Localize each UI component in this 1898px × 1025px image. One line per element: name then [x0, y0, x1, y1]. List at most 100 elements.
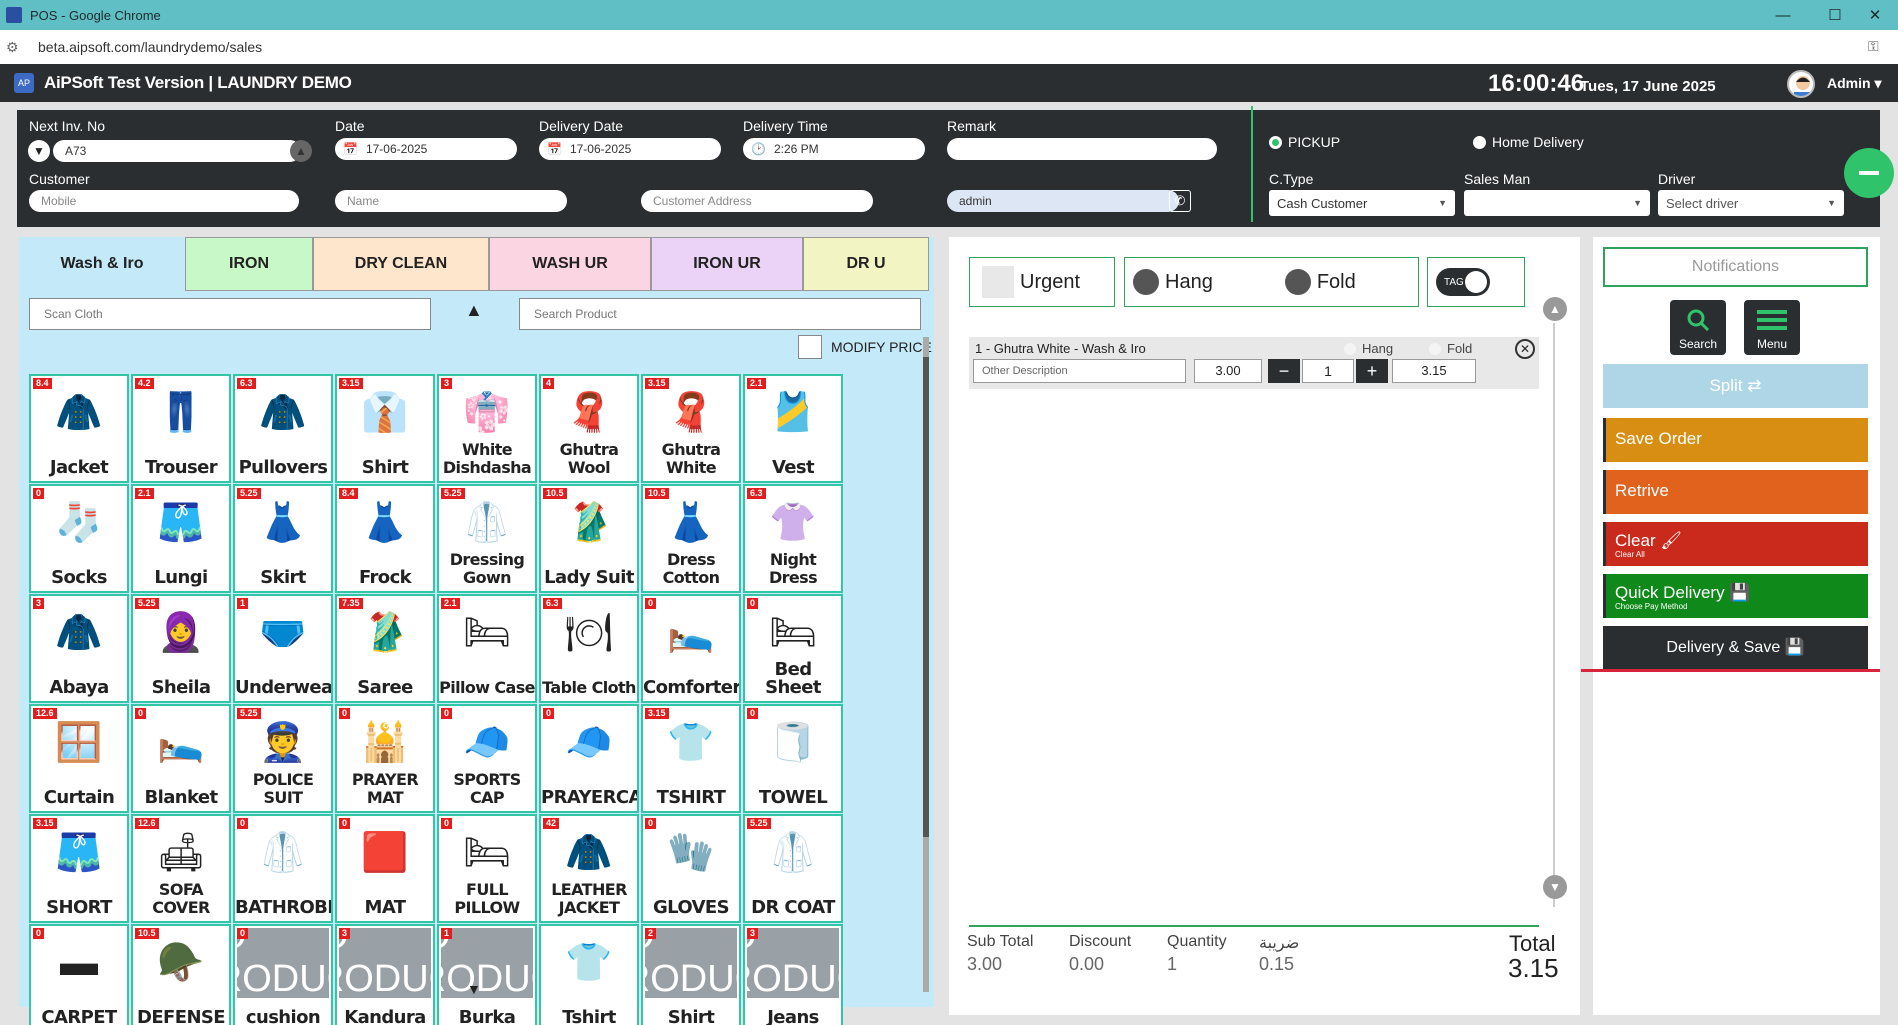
- product-tile[interactable]: 🍽 6.3 Table Cloth: [539, 594, 639, 703]
- product-tile[interactable]: 🧻 0 TOWEL: [743, 704, 843, 813]
- delivery-save-button[interactable]: Delivery & Save 💾: [1603, 626, 1868, 670]
- product-tile[interactable]: 👔 3.15 Shirt: [335, 374, 435, 483]
- pickup-label[interactable]: PICKUP: [1288, 134, 1340, 150]
- product-tile[interactable]: 👖 4.2 Trouser: [131, 374, 231, 483]
- product-tile[interactable]: 📦NO PRODUCT IMAGE1 Burka: [437, 924, 537, 1025]
- inv-number-field[interactable]: A73: [53, 140, 301, 162]
- menu-button[interactable]: Menu: [1744, 300, 1800, 355]
- product-tile[interactable]: 🧦 0 Socks: [29, 484, 129, 593]
- cart-item[interactable]: 1 - Ghutra White - Wash & Iro Hang Fold …: [969, 337, 1539, 389]
- collapse-up-icon[interactable]: ▲: [465, 300, 483, 321]
- product-tile[interactable]: 🛌 0 Blanket: [131, 704, 231, 813]
- product-tile[interactable]: 🪖 10.5 DEFENSE: [131, 924, 231, 1025]
- user-menu[interactable]: Admin ▾: [1827, 75, 1881, 92]
- salesman-select[interactable]: ▼: [1464, 190, 1650, 216]
- product-tile[interactable]: 🕌 0 PRAYER MAT: [335, 704, 435, 813]
- product-tile[interactable]: 👮 5.25 POLICE SUIT: [233, 704, 333, 813]
- product-tile[interactable]: 👗 10.5 Dress Cotton: [641, 484, 741, 593]
- product-tile[interactable]: 👘 3 White Dishdasha: [437, 374, 537, 483]
- url-text[interactable]: beta.aipsoft.com/laundrydemo/sales: [38, 39, 262, 55]
- date-field[interactable]: 📅 17-06-2025: [335, 138, 517, 160]
- tab-wash-iro[interactable]: Wash & Iro: [19, 237, 185, 291]
- product-tile[interactable]: 🥻 10.5 Lady Suit: [539, 484, 639, 593]
- split-button[interactable]: Split ⇄: [1603, 364, 1868, 408]
- mobile-field[interactable]: Mobile: [29, 190, 299, 212]
- product-tile[interactable]: 🧥 3 Abaya: [29, 594, 129, 703]
- menu-label[interactable]: Menu: [1744, 337, 1800, 351]
- product-tile[interactable]: 👕 3.15 TSHIRT: [641, 704, 741, 813]
- minimize-icon[interactable]: —: [1760, 0, 1806, 30]
- price-input[interactable]: 3.00: [1194, 359, 1262, 383]
- urgent-label[interactable]: Urgent: [1020, 271, 1080, 294]
- cart-hang-label[interactable]: Hang: [1362, 341, 1393, 356]
- search-button[interactable]: Search: [1670, 300, 1726, 355]
- product-tile[interactable]: 🛋 12.6 SOFA COVER: [131, 814, 231, 923]
- delivery-save-label[interactable]: Delivery & Save: [1666, 639, 1780, 656]
- quick-delivery-label[interactable]: Quick Delivery: [1615, 583, 1725, 602]
- ctype-value[interactable]: Cash Customer: [1277, 196, 1367, 211]
- delivery-time-value[interactable]: 2:26 PM: [774, 142, 819, 156]
- scroll-down-icon[interactable]: ▼: [1543, 875, 1567, 899]
- remark-field[interactable]: [947, 138, 1217, 160]
- modify-price-checkbox[interactable]: [798, 335, 822, 359]
- close-icon[interactable]: ✕: [1852, 0, 1898, 30]
- cart-fold-option[interactable]: Fold: [1429, 341, 1472, 356]
- search-label[interactable]: Search: [1670, 337, 1726, 351]
- cart-hang-option[interactable]: Hang: [1344, 341, 1393, 356]
- product-tile[interactable]: 🎽 2.1 Vest: [743, 374, 843, 483]
- home-delivery-radio[interactable]: Home Delivery: [1473, 134, 1584, 150]
- urgent-toggle[interactable]: Urgent: [969, 257, 1115, 307]
- search-product-input[interactable]: Search Product: [519, 298, 921, 330]
- user-field[interactable]: admin: [947, 190, 1179, 212]
- tag-toggle[interactable]: TAG: [1427, 257, 1525, 307]
- avatar[interactable]: [1787, 70, 1815, 98]
- product-tile[interactable]: 🩲 1 Underwear: [233, 594, 333, 703]
- decrease-qty-button[interactable]: −: [1268, 359, 1300, 383]
- tab-dr-u[interactable]: DR U: [803, 237, 929, 291]
- quick-delivery-button[interactable]: Quick Delivery 💾 Choose Pay Method: [1603, 574, 1868, 618]
- product-tile[interactable]: 🧥 42 LEATHER JACKET: [539, 814, 639, 923]
- hang-label[interactable]: Hang: [1165, 271, 1213, 294]
- whatsapp-icon[interactable]: ✆: [1169, 190, 1191, 212]
- user-name[interactable]: Admin: [1827, 75, 1871, 91]
- product-tile[interactable]: 🛏 0 Bed Sheet: [743, 594, 843, 703]
- delivery-date-field[interactable]: 📅 17-06-2025: [539, 138, 721, 160]
- pickup-radio[interactable]: PICKUP: [1269, 134, 1340, 150]
- quick-delivery-sub-label[interactable]: Choose Pay Method: [1615, 602, 1688, 611]
- inv-prev-button[interactable]: ▼: [28, 140, 50, 162]
- product-tile[interactable]: 🧣 3.15 Ghutra White: [641, 374, 741, 483]
- inv-next-button[interactable]: ▲: [290, 140, 312, 162]
- clear-button[interactable]: Clear 🖌 Clear All: [1603, 522, 1868, 566]
- tab-wash-ur[interactable]: WASH UR: [489, 237, 651, 291]
- scroll-up-icon[interactable]: ▲: [1543, 297, 1567, 321]
- split-label[interactable]: Split ⇄: [1709, 376, 1761, 395]
- clear-sub-label[interactable]: Clear All: [1615, 550, 1645, 559]
- product-tile[interactable]: 👗 5.25 Skirt: [233, 484, 333, 593]
- delivery-time-field[interactable]: 🕑 2:26 PM: [743, 138, 925, 160]
- product-tile[interactable]: 🛌 0 Comforter: [641, 594, 741, 703]
- description-input[interactable]: Other Description: [973, 359, 1186, 383]
- product-tile[interactable]: 🪟 12.6 Curtain: [29, 704, 129, 813]
- product-tile[interactable]: 📦NO PRODUCT IMAGE2 Shirt: [641, 924, 741, 1025]
- save-order-button[interactable]: Save Order: [1603, 418, 1868, 462]
- retrive-label[interactable]: Retrive: [1615, 481, 1669, 501]
- delivery-date-value[interactable]: 17-06-2025: [570, 142, 631, 156]
- product-tile[interactable]: 👗 8.4 Frock: [335, 484, 435, 593]
- product-tile[interactable]: 📦NO PRODUCT IMAGE3 Kandura: [335, 924, 435, 1025]
- product-tile[interactable]: 🧕 5.25 Sheila: [131, 594, 231, 703]
- notifications-box[interactable]: Notifications: [1603, 247, 1868, 287]
- product-tile[interactable]: 🛏 2.1 Pillow Case: [437, 594, 537, 703]
- fold-option[interactable]: Fold: [1284, 269, 1356, 295]
- product-tile[interactable]: ▬ 0 CARPET: [29, 924, 129, 1025]
- date-value[interactable]: 17-06-2025: [366, 142, 427, 156]
- product-tile[interactable]: 🥼 0 BATHROBE: [233, 814, 333, 923]
- product-tile[interactable]: 👚 6.3 Night Dress: [743, 484, 843, 593]
- urgent-checkbox[interactable]: [982, 266, 1014, 298]
- cart-scrollbar[interactable]: [1553, 323, 1555, 907]
- increase-qty-button[interactable]: +: [1356, 359, 1388, 383]
- product-tile[interactable]: 🧥 8.4 Jacket: [29, 374, 129, 483]
- product-tile[interactable]: 🥼 5.25 Dressing Gown: [437, 484, 537, 593]
- remove-item-icon[interactable]: ✕: [1515, 339, 1535, 359]
- product-tile[interactable]: 🟥 0 MAT: [335, 814, 435, 923]
- product-tile[interactable]: 🧢 0 PRAYERCAP: [539, 704, 639, 813]
